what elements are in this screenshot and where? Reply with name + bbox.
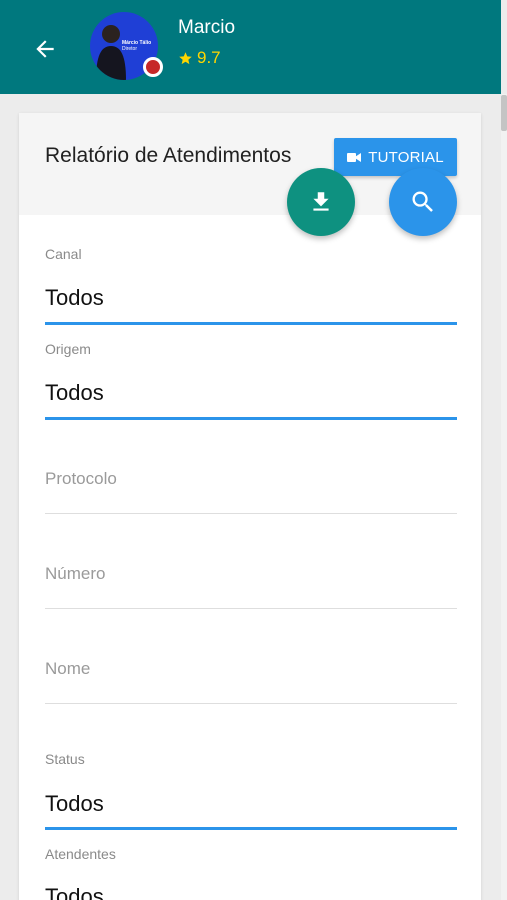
arrow-left-icon bbox=[36, 40, 54, 58]
origem-select[interactable]: Origem Todos bbox=[45, 339, 457, 421]
report-card: Relatório de Atendimentos TUTORIAL Canal… bbox=[19, 113, 481, 900]
video-camera-icon bbox=[347, 152, 362, 162]
protocolo-placeholder: Protocolo bbox=[45, 469, 117, 488]
page-title: Relatório de Atendimentos bbox=[45, 144, 292, 167]
status-label: Status bbox=[45, 751, 85, 767]
back-button[interactable] bbox=[26, 30, 64, 68]
protocolo-input[interactable]: Protocolo bbox=[45, 463, 457, 517]
rating-value: 9.7 bbox=[197, 48, 221, 67]
protocolo-underline bbox=[45, 513, 457, 514]
origem-underline bbox=[45, 417, 457, 420]
nome-input[interactable]: Nome bbox=[45, 653, 457, 707]
status-dot bbox=[143, 57, 163, 77]
canal-value: Todos bbox=[45, 285, 104, 310]
scrollbar-thumb[interactable] bbox=[501, 95, 507, 131]
app-bar: Márcio Tálio Diretor Marcio 9.7 bbox=[0, 0, 501, 94]
atendentes-label: Atendentes bbox=[45, 846, 116, 862]
star-icon bbox=[179, 51, 192, 64]
status-value: Todos bbox=[45, 791, 104, 816]
search-icon bbox=[412, 191, 433, 212]
nome-placeholder: Nome bbox=[45, 659, 91, 678]
avatar-caption: Márcio Tálio Diretor bbox=[122, 40, 152, 52]
numero-input[interactable]: Número bbox=[45, 558, 457, 612]
tutorial-button[interactable]: TUTORIAL bbox=[334, 138, 457, 176]
numero-underline bbox=[45, 608, 457, 609]
scrollbar-track[interactable] bbox=[501, 94, 507, 900]
origem-value: Todos bbox=[45, 380, 104, 405]
status-select[interactable]: Status Todos bbox=[45, 749, 457, 831]
numero-placeholder: Número bbox=[45, 564, 106, 583]
canal-select[interactable]: Canal Todos bbox=[45, 244, 457, 326]
download-icon bbox=[313, 192, 329, 211]
download-button[interactable] bbox=[287, 168, 355, 236]
nome-underline bbox=[45, 703, 457, 704]
search-button[interactable] bbox=[389, 168, 457, 236]
canal-underline bbox=[45, 322, 457, 325]
user-name: Marcio bbox=[178, 17, 236, 38]
tutorial-button-label: TUTORIAL bbox=[368, 148, 444, 166]
origem-label: Origem bbox=[45, 341, 91, 357]
user-rating: 9.7 bbox=[178, 48, 221, 68]
atendentes-value: Todos bbox=[45, 884, 104, 900]
atendentes-select[interactable]: Atendentes Todos bbox=[45, 844, 457, 900]
status-underline bbox=[45, 827, 457, 830]
canal-label: Canal bbox=[45, 246, 82, 262]
